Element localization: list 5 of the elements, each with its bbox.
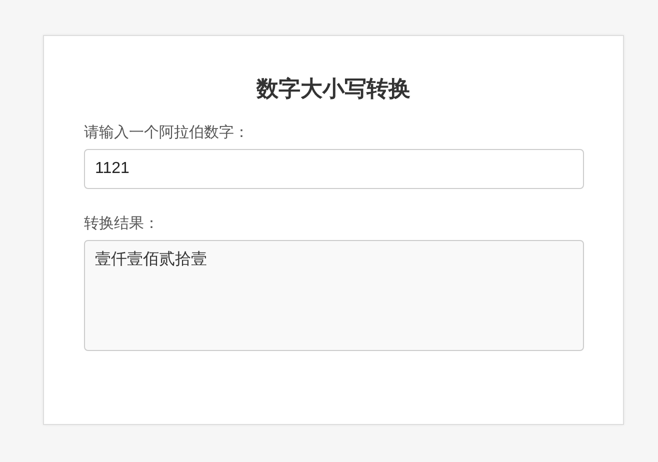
number-input-field[interactable]: 1121 bbox=[84, 149, 584, 189]
input-label: 请输入一个阿拉伯数字： bbox=[84, 122, 250, 142]
page-title: 数字大小写转换 bbox=[255, 76, 412, 104]
result-label: 转换结果： bbox=[84, 213, 160, 233]
result-text-area[interactable]: 壹仟壹佰贰拾壹 bbox=[84, 240, 584, 351]
